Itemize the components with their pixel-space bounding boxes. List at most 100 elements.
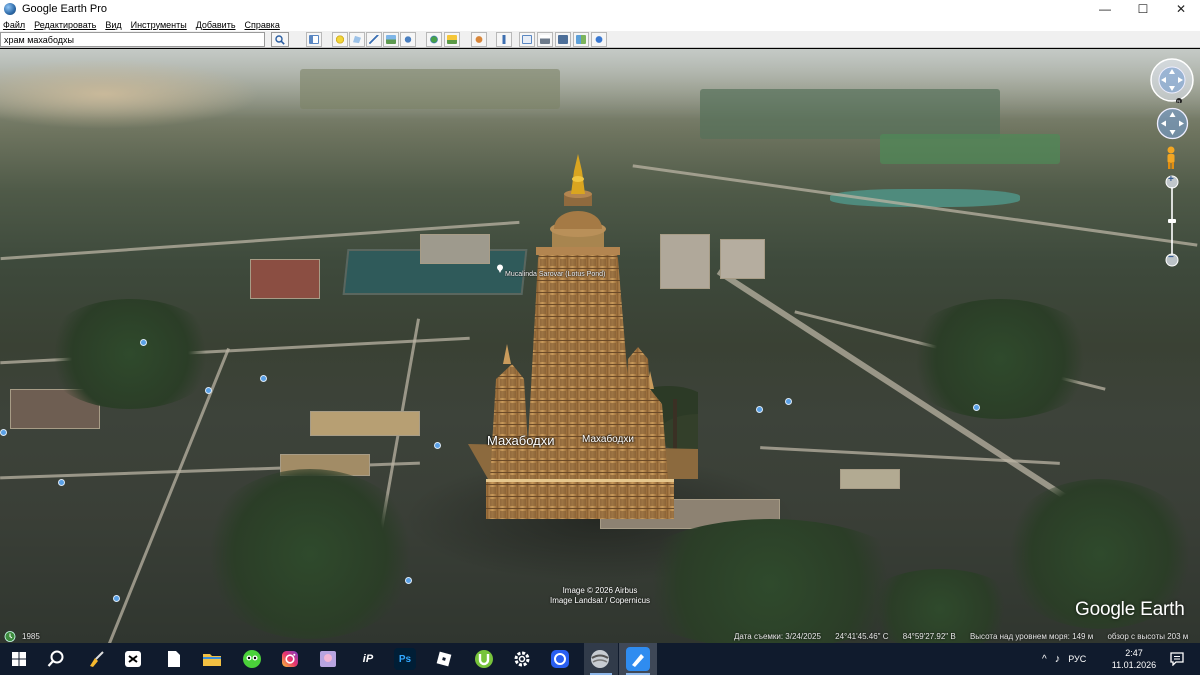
placemark-dot[interactable]	[756, 406, 763, 413]
add-polygon-button[interactable]	[349, 32, 365, 47]
menu-bar: Файл Редактировать Вид Инструменты Добав…	[0, 18, 1200, 31]
compass-north-label: N	[1177, 99, 1180, 104]
terrain-sand	[0, 59, 260, 129]
notepad-app[interactable]	[162, 647, 186, 671]
cleaner-icon	[90, 651, 104, 667]
map-view[interactable]: Махабодхи Махабодхи Mucalinda Sarovar (L…	[0, 49, 1200, 643]
title-bar: Google Earth Pro — ☐ ✕	[0, 0, 1200, 18]
save-image-button[interactable]	[555, 32, 571, 47]
instagram-app[interactable]	[278, 647, 302, 671]
add-path-button[interactable]	[366, 32, 382, 47]
placemark-dot[interactable]	[434, 442, 441, 449]
menu-help[interactable]: Справка	[245, 20, 280, 30]
view-in-maps-icon	[594, 35, 604, 44]
zoom-out-button[interactable]: −	[1168, 252, 1174, 263]
close-button[interactable]: ✕	[1162, 0, 1200, 18]
add-placemark-button[interactable]	[332, 32, 348, 47]
taskbar-clock[interactable]: 2:47 11.01.2026	[1104, 647, 1164, 671]
print-icon	[540, 35, 550, 44]
placemark-dot[interactable]	[785, 398, 792, 405]
elevation: Высота над уровнем моря: 149 м	[969, 632, 1094, 641]
eye-altitude: обзор с высоты 203 м	[1107, 632, 1189, 641]
photo-app[interactable]	[316, 647, 340, 671]
path-icon	[369, 35, 379, 44]
add-image-overlay-button[interactable]	[383, 32, 399, 47]
menu-tools[interactable]: Инструменты	[131, 20, 187, 30]
notepad-icon	[168, 651, 180, 667]
record-tour-button[interactable]	[400, 32, 416, 47]
ibis-paint-app[interactable]: iP	[356, 647, 380, 671]
utorrent-app[interactable]	[472, 647, 496, 671]
historical-imagery-icon[interactable]	[4, 631, 16, 642]
blue-app[interactable]	[626, 647, 650, 671]
move-joystick-icon[interactable]	[1156, 107, 1189, 140]
sunlight-button[interactable]	[444, 32, 460, 47]
longitude: 84°59'27.92" В	[902, 632, 956, 641]
building	[720, 239, 765, 279]
historical-imagery-button[interactable]	[426, 32, 442, 47]
print-button[interactable]	[537, 32, 553, 47]
sound-icon[interactable]: ♪	[1055, 653, 1061, 665]
menu-file[interactable]: Файл	[3, 20, 25, 30]
file-explorer-app[interactable]	[200, 647, 224, 671]
capcut-app[interactable]	[121, 647, 145, 671]
placemark-dot[interactable]	[260, 375, 267, 382]
sidebar-button[interactable]	[306, 32, 322, 47]
view-in-maps-button[interactable]	[591, 32, 607, 47]
ibis-paint-icon: iP	[362, 653, 374, 665]
placemark-label-mahabodhi[interactable]: Махабодхи	[487, 433, 555, 448]
placemark-dot[interactable]	[205, 387, 212, 394]
email-button[interactable]	[519, 32, 535, 47]
zoom-slider[interactable]: + −	[1165, 174, 1179, 267]
start-button[interactable]	[7, 647, 31, 671]
building	[840, 469, 900, 489]
search-input[interactable]	[0, 32, 265, 47]
planets-button[interactable]	[471, 32, 487, 47]
language-indicator[interactable]: РУС	[1068, 654, 1086, 664]
roblox-icon	[436, 651, 452, 667]
map-view-icon	[576, 35, 586, 44]
ruler-icon	[499, 35, 509, 44]
taskbar-search-button[interactable]	[44, 647, 68, 671]
zoom-in-button[interactable]: +	[1168, 174, 1174, 185]
placemark-dot[interactable]	[405, 577, 412, 584]
cleaner-app[interactable]	[84, 647, 108, 671]
google-earth-window: Google Earth Pro — ☐ ✕ Файл Редактироват…	[0, 0, 1200, 675]
historical-imagery-icon	[429, 35, 439, 44]
ai-app-icon	[243, 650, 261, 668]
settings-app[interactable]	[510, 647, 534, 671]
ruler-button[interactable]	[496, 32, 512, 47]
capcut-icon	[125, 651, 141, 667]
look-joystick-icon[interactable]: N	[1149, 57, 1195, 103]
pegman-icon[interactable]	[1163, 145, 1179, 171]
search-button[interactable]	[271, 32, 289, 47]
utorrent-icon	[475, 650, 493, 668]
chevron-up-icon[interactable]: ^	[1042, 654, 1047, 665]
instagram-icon	[282, 651, 298, 667]
notification-center-button[interactable]	[1165, 647, 1189, 671]
place-pin-icon[interactable]	[496, 264, 504, 273]
video-editor-app[interactable]	[548, 647, 572, 671]
road	[760, 446, 1060, 465]
google-earth-app[interactable]	[588, 647, 612, 671]
placemark-dot[interactable]	[58, 479, 65, 486]
menu-view[interactable]: Вид	[105, 20, 121, 30]
tree-cluster	[200, 469, 420, 639]
roblox-app[interactable]	[432, 647, 456, 671]
building	[250, 259, 320, 299]
mahabodhi-temple-3d-model[interactable]	[468, 149, 698, 529]
menu-edit[interactable]: Редактировать	[34, 20, 96, 30]
placemark-label-mahabodhi-secondary[interactable]: Махабодхи	[582, 434, 634, 445]
map-view-button[interactable]	[573, 32, 589, 47]
placemark-dot[interactable]	[0, 429, 7, 436]
menu-add[interactable]: Добавить	[196, 20, 236, 30]
minimize-button[interactable]: —	[1086, 0, 1124, 18]
imagery-credits: Image © 2026 Airbus Image Landsat / Cope…	[520, 586, 680, 606]
ai-app[interactable]	[240, 647, 264, 671]
photoshop-app[interactable]: Ps	[394, 648, 416, 670]
placemark-dot[interactable]	[113, 595, 120, 602]
placemark-dot[interactable]	[140, 339, 147, 346]
maximize-button[interactable]: ☐	[1124, 0, 1162, 18]
place-label-lotus-pond[interactable]: Mucalinda Sarovar (Lotus Pond)	[505, 271, 605, 278]
placemark-dot[interactable]	[973, 404, 980, 411]
